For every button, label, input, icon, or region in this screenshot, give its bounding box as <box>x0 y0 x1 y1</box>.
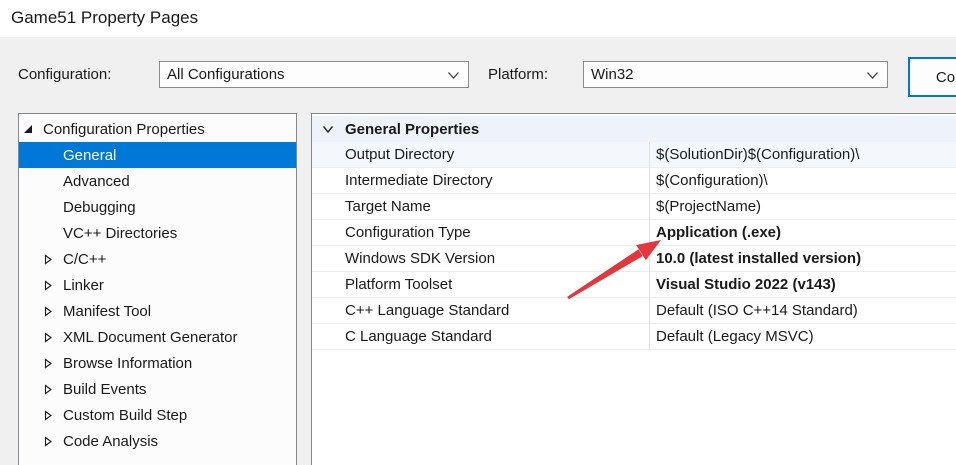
chevron-down-icon[interactable] <box>447 71 460 80</box>
collapsed-triangle-icon[interactable] <box>43 358 61 369</box>
expanded-triangle-icon[interactable] <box>23 124 41 134</box>
configuration-label: Configuration: <box>18 66 111 83</box>
tree-item-label: Advanced <box>63 173 130 190</box>
tree-item-debugging[interactable]: Debugging <box>19 194 296 220</box>
property-group-header[interactable]: General Properties <box>312 116 956 142</box>
tree-item-browse-information[interactable]: Browse Information <box>19 350 296 376</box>
property-row-intermediate-directory[interactable]: Intermediate Directory$(Configuration)\ <box>312 168 956 194</box>
collapsed-triangle-icon[interactable] <box>43 332 61 343</box>
configuration-tree: Configuration Properties General Advanced D… <box>18 113 297 465</box>
tree-item-vc-directories[interactable]: VC++ Directories <box>19 220 296 246</box>
property-value[interactable]: 10.0 (latest installed version) <box>648 250 956 267</box>
collapsed-triangle-icon[interactable] <box>43 254 61 265</box>
property-name: Platform Toolset <box>312 276 648 293</box>
tree-item-label: XML Document Generator <box>63 329 238 346</box>
property-value[interactable]: $(SolutionDir)$(Configuration)\ <box>648 146 956 163</box>
property-value[interactable]: $(Configuration)\ <box>648 172 956 189</box>
property-name: C Language Standard <box>312 328 648 345</box>
collapsed-triangle-icon[interactable] <box>43 410 61 421</box>
tree-item-build-events[interactable]: Build Events <box>19 376 296 402</box>
tree-item-label: Debugging <box>63 199 136 216</box>
property-name: Configuration Type <box>312 224 648 241</box>
tree-item-general[interactable]: General <box>19 142 296 168</box>
property-row-c-language-standard[interactable]: C++ Language StandardDefault (ISO C++14 … <box>312 298 956 324</box>
tree-item-label: Custom Build Step <box>63 407 187 424</box>
collapsed-triangle-icon[interactable] <box>43 384 61 395</box>
configuration-selected-value: All Configurations <box>167 66 285 83</box>
tree-item-label: General <box>63 147 116 164</box>
property-value[interactable]: Default (Legacy MSVC) <box>648 328 956 345</box>
tree-item-linker[interactable]: Linker <box>19 272 296 298</box>
tree-item-code-analysis[interactable]: Code Analysis <box>19 428 296 454</box>
property-row-windows-sdk-version[interactable]: Windows SDK Version10.0 (latest installe… <box>312 246 956 272</box>
property-value[interactable]: Default (ISO C++14 Standard) <box>648 302 956 319</box>
property-value[interactable]: $(ProjectName) <box>648 198 956 215</box>
property-row-target-name[interactable]: Target Name$(ProjectName) <box>312 194 956 220</box>
property-name: Output Directory <box>312 146 648 163</box>
dialog-title: Game51 Property Pages <box>11 7 198 29</box>
collapsed-triangle-icon[interactable] <box>43 306 61 317</box>
tree-item-label: Linker <box>63 277 104 294</box>
tree-item-label: Build Events <box>63 381 146 398</box>
property-group-label: General Properties <box>345 121 479 138</box>
property-rows: Output Directory$(SolutionDir)$(Configur… <box>312 142 956 350</box>
platform-combobox[interactable]: Win32 <box>583 61 888 88</box>
collapsed-triangle-icon[interactable] <box>43 280 61 291</box>
platform-label: Platform: <box>488 66 548 83</box>
property-name: Windows SDK Version <box>312 250 648 267</box>
tree-item-configuration-properties[interactable]: Configuration Properties <box>19 116 296 142</box>
tree-item-custom-build-step[interactable]: Custom Build Step <box>19 402 296 428</box>
tree-item-xml-document-generator[interactable]: XML Document Generator <box>19 324 296 350</box>
configuration-manager-button[interactable]: Configuration Manager... <box>908 57 956 97</box>
tree-item-label: Code Analysis <box>63 433 158 450</box>
chevron-down-icon[interactable] <box>322 125 334 134</box>
tree-item-c-c[interactable]: C/C++ <box>19 246 296 272</box>
property-name: C++ Language Standard <box>312 302 648 319</box>
chevron-down-icon[interactable] <box>866 71 879 80</box>
configuration-combobox[interactable]: All Configurations <box>159 61 469 88</box>
property-row-output-directory[interactable]: Output Directory$(SolutionDir)$(Configur… <box>312 142 956 168</box>
tree-item-label: VC++ Directories <box>63 225 177 242</box>
tree-item-label: Manifest Tool <box>63 303 151 320</box>
collapsed-triangle-icon[interactable] <box>43 436 61 447</box>
platform-selected-value: Win32 <box>591 66 634 83</box>
property-row-configuration-type[interactable]: Configuration TypeApplication (.exe) <box>312 220 956 246</box>
property-grid: General Properties Output Directory$(Sol… <box>311 113 956 465</box>
property-value[interactable]: Visual Studio 2022 (v143) <box>648 276 956 293</box>
tree-item-advanced[interactable]: Advanced <box>19 168 296 194</box>
property-name: Target Name <box>312 198 648 215</box>
property-row-c-language-standard[interactable]: C Language StandardDefault (Legacy MSVC) <box>312 324 956 350</box>
tree-item-label: C/C++ <box>63 251 106 268</box>
property-name: Intermediate Directory <box>312 172 648 189</box>
grid-column-divider[interactable] <box>649 142 650 351</box>
property-pages-dialog: Game51 Property Pages Configuration: All… <box>0 0 956 465</box>
property-row-platform-toolset[interactable]: Platform ToolsetVisual Studio 2022 (v143… <box>312 272 956 298</box>
tree-item-label: Browse Information <box>63 355 192 372</box>
tree-item-label: Configuration Properties <box>43 121 205 138</box>
tree-item-manifest-tool[interactable]: Manifest Tool <box>19 298 296 324</box>
property-value[interactable]: Application (.exe) <box>648 224 956 241</box>
